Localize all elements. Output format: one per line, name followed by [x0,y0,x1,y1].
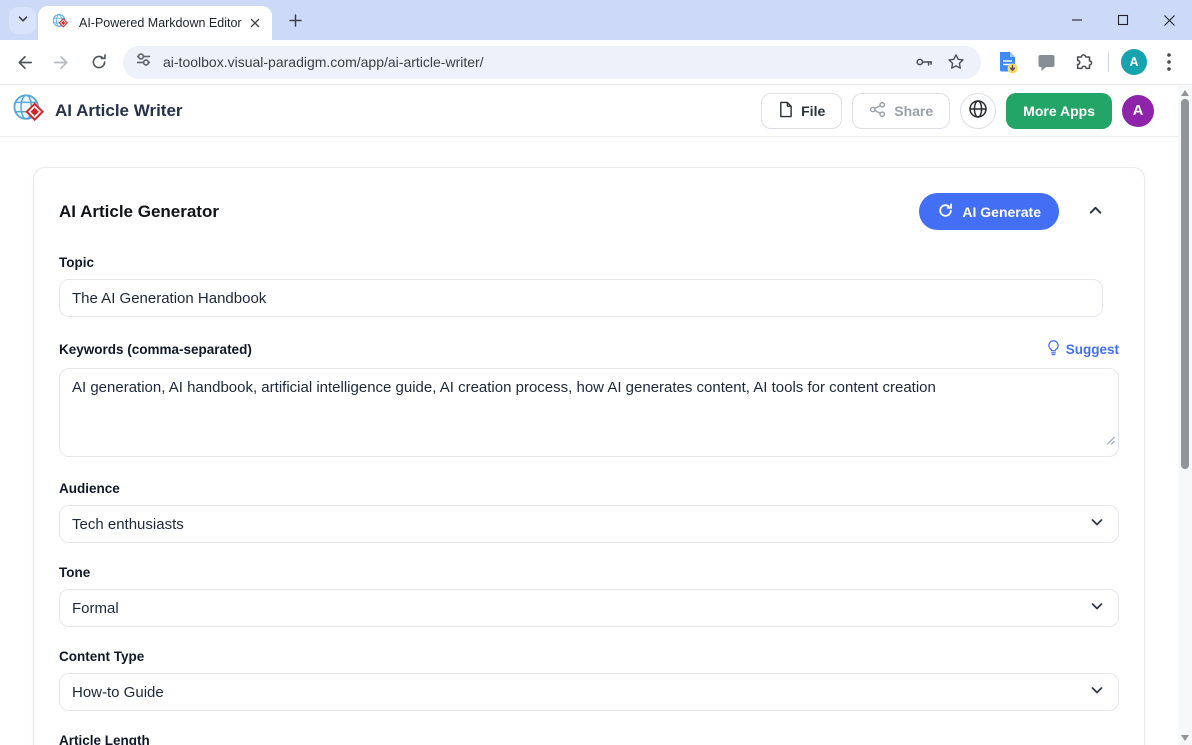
scrollbar-up-arrow[interactable] [1181,90,1189,96]
article-length-label: Article Length [59,733,1119,745]
site-favicon [52,13,69,34]
user-avatar[interactable]: A [1122,95,1154,127]
app-logo [12,92,46,129]
password-key-icon[interactable] [911,49,937,75]
minimize-button[interactable] [1054,0,1100,40]
share-button[interactable]: Share [852,93,950,129]
card-header: AI Article Generator AI Generate [59,193,1119,230]
ai-generate-label: AI Generate [962,204,1041,220]
site-info-icon[interactable] [135,51,152,73]
globe-icon [968,99,988,122]
keywords-textarea[interactable]: AI generation, AI handbook, artificial i… [59,368,1119,457]
more-apps-button[interactable]: More Apps [1006,93,1112,129]
browser-profile-avatar[interactable]: A [1121,49,1147,75]
close-window-button[interactable] [1146,0,1192,40]
back-button[interactable] [8,46,41,79]
page-scrollbar[interactable] [1178,86,1192,745]
content-type-select[interactable]: How-to Guide [59,673,1119,711]
chevron-down-icon [1090,683,1104,701]
chevron-up-icon [1088,203,1103,221]
content-type-field: Content Type How-to Guide [59,649,1119,711]
app-header: AI Article Writer File Share [0,85,1192,137]
share-button-label: Share [894,103,933,119]
browser-tab-strip: AI-Powered Markdown Editor [0,0,1192,40]
article-length-field: Article Length [59,733,1119,745]
collapse-panel-button[interactable] [1083,200,1107,224]
content-type-value: How-to Guide [72,684,164,701]
browser-toolbar: ai-toolbox.visual-paradigm.com/app/ai-ar… [0,40,1192,85]
share-icon [869,101,886,121]
app-title: AI Article Writer [55,101,183,121]
address-bar[interactable]: ai-toolbox.visual-paradigm.com/app/ai-ar… [123,46,981,79]
reload-button[interactable] [82,46,115,79]
tab-title: AI-Powered Markdown Editor [79,16,246,30]
browser-menu-kebab-icon[interactable] [1157,46,1181,78]
tab-close-icon[interactable] [246,14,264,32]
audience-value: Tech enthusiasts [72,516,184,533]
bookmark-star-icon[interactable] [943,49,969,75]
lightbulb-icon [1047,339,1060,359]
generator-card: AI Article Generator AI Generate Topic [33,167,1145,745]
topic-label: Topic [59,255,1119,270]
scrollbar-thumb[interactable] [1181,99,1189,469]
file-icon [778,101,793,121]
chevron-down-icon [1090,599,1104,617]
audience-field: Audience Tech enthusiasts [59,481,1119,543]
content-type-label: Content Type [59,649,1119,664]
file-button[interactable]: File [761,93,842,129]
toolbar-divider [1108,52,1109,72]
language-globe-button[interactable] [960,93,996,129]
tone-value: Formal [72,600,119,617]
forward-button[interactable] [45,46,78,79]
extension-doc-icon[interactable] [992,46,1024,78]
audience-label: Audience [59,481,1119,496]
chevron-down-icon [1090,515,1104,533]
ai-swirl-icon [937,202,954,222]
keywords-field: Keywords (comma-separated) Suggest AI ge… [59,339,1119,457]
extensions-puzzle-icon[interactable] [1068,46,1100,78]
tone-select[interactable]: Formal [59,589,1119,627]
new-tab-button[interactable] [284,9,307,32]
tab-search-button[interactable] [9,7,36,34]
audience-select[interactable]: Tech enthusiasts [59,505,1119,543]
chevron-down-icon [17,12,29,30]
suggest-label: Suggest [1066,342,1119,357]
keywords-label: Keywords (comma-separated) [59,342,252,357]
topic-input[interactable] [59,279,1103,317]
header-actions: File Share Mo [761,93,1180,129]
resize-handle-icon[interactable] [1106,432,1115,450]
file-button-label: File [801,103,825,119]
tone-label: Tone [59,565,1119,580]
card-title: AI Article Generator [59,202,219,222]
topic-field: Topic [59,255,1119,317]
maximize-button[interactable] [1100,0,1146,40]
page-content: AI Article Generator AI Generate Topic [0,137,1192,745]
tone-field: Tone Formal [59,565,1119,627]
window-controls [1054,0,1192,40]
scrollbar-down-arrow[interactable] [1181,735,1189,741]
browser-tab[interactable]: AI-Powered Markdown Editor [38,6,272,40]
comment-bubble-icon[interactable] [1030,46,1062,78]
suggest-link[interactable]: Suggest [1047,339,1119,359]
url-text[interactable]: ai-toolbox.visual-paradigm.com/app/ai-ar… [163,54,905,70]
ai-generate-button[interactable]: AI Generate [919,193,1059,230]
